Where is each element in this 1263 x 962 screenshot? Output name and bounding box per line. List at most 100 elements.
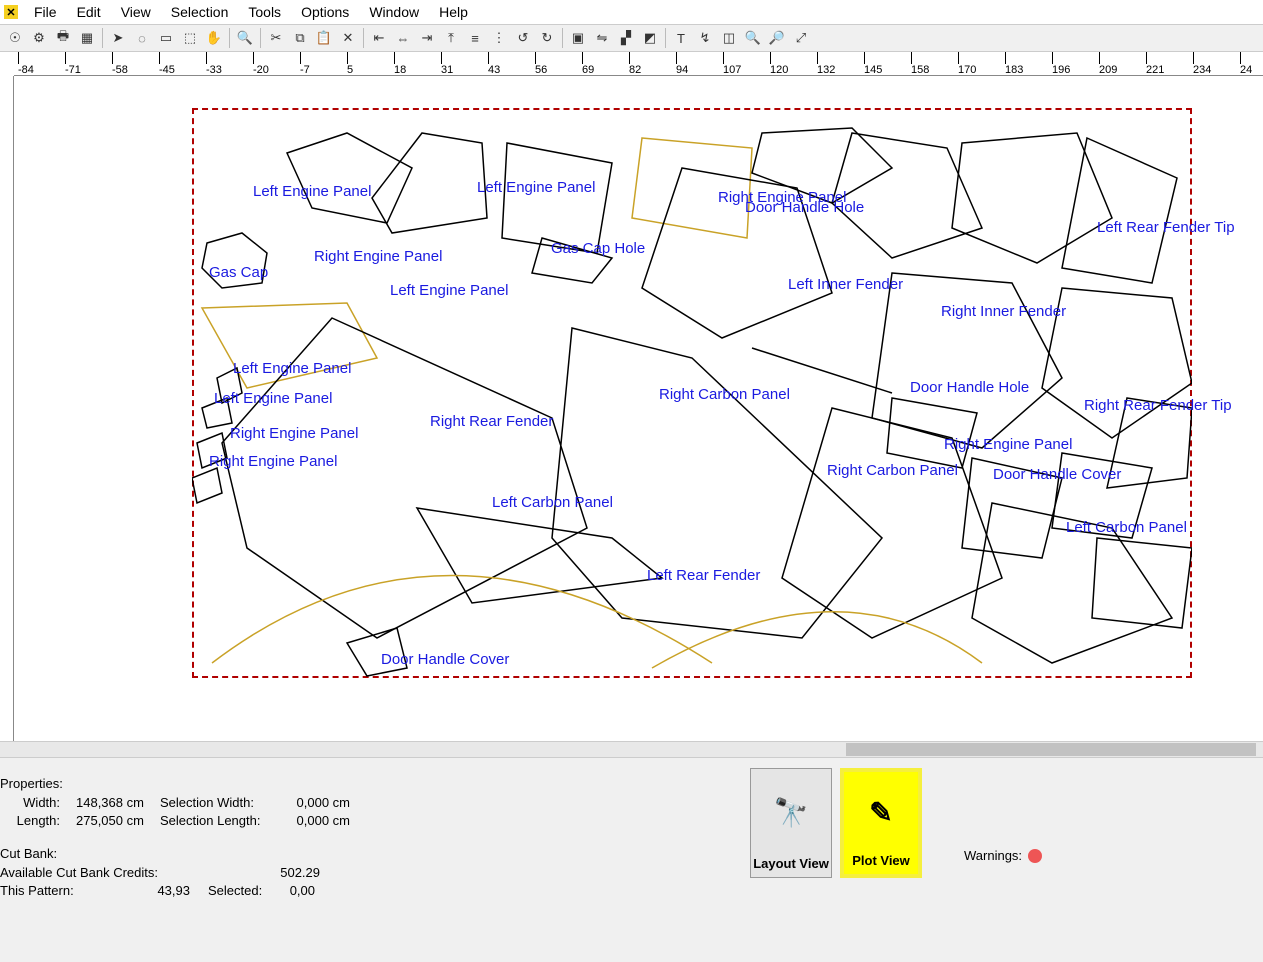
toolbar-separator <box>665 28 666 48</box>
ruler-vertical <box>0 76 14 741</box>
tool-cut-icon[interactable]: ✂ <box>265 27 287 49</box>
ruler-tick: 170 <box>958 64 976 76</box>
tool-flip-icon[interactable]: ⇋ <box>591 27 613 49</box>
ruler-tick: 132 <box>817 64 835 76</box>
tool-rotate-r-icon[interactable]: ↻ <box>536 27 558 49</box>
ruler-tick: 69 <box>582 64 594 76</box>
tool-rotate-l-icon[interactable]: ↺ <box>512 27 534 49</box>
warning-icon[interactable] <box>1028 849 1042 863</box>
tool-zoom-in-icon[interactable]: 🔍 <box>742 27 764 49</box>
tool-rect-select-icon[interactable]: ▭ <box>155 27 177 49</box>
tool-lasso-icon[interactable]: ◌ <box>131 27 153 49</box>
ruler-tick: 196 <box>1052 64 1070 76</box>
tool-copy-icon[interactable]: ⧉ <box>289 27 311 49</box>
menu-tools[interactable]: Tools <box>238 2 291 22</box>
ruler-tick: -7 <box>300 64 310 76</box>
tool-mirror-icon[interactable]: ▞ <box>615 27 637 49</box>
menubar: ✕ File Edit View Selection Tools Options… <box>0 0 1263 24</box>
tool-dist-h-icon[interactable]: ≡ <box>464 27 486 49</box>
menu-edit[interactable]: Edit <box>67 2 111 22</box>
menu-options[interactable]: Options <box>291 2 359 22</box>
tool-pointer-icon[interactable]: ➤ <box>107 27 129 49</box>
ruler-tick: 31 <box>441 64 453 76</box>
toolbar-separator <box>229 28 230 48</box>
tool-nest-icon[interactable]: ▣ <box>567 27 589 49</box>
workspace: Left Engine PanelLeft Engine PanelRight … <box>0 76 1263 741</box>
scrollbar-thumb[interactable] <box>846 743 1256 756</box>
tool-align-top-icon[interactable]: ⤒ <box>440 27 462 49</box>
ruler-tick: 43 <box>488 64 500 76</box>
properties-title: Properties: <box>0 776 380 791</box>
tool-dist-v-icon[interactable]: ⋮ <box>488 27 510 49</box>
ruler-tick: 209 <box>1099 64 1117 76</box>
selected-label: Selected: <box>190 883 260 898</box>
tool-zoom-icon[interactable]: 🔍 <box>234 27 256 49</box>
toolbar: ☉ ⚙ 🖶 ▦ ➤ ◌ ▭ ⬚ ✋ 🔍 ✂ ⧉ 📋 ✕ ⇤ ⇔ ⇥ ⤒ ≡ ⋮ … <box>0 24 1263 52</box>
tool-print-icon[interactable]: 🖶 <box>52 27 74 49</box>
sel-length-value: 0,000 cm <box>270 813 350 828</box>
this-pattern-value: 43,93 <box>100 883 190 898</box>
app-logo-icon: ✕ <box>4 5 18 19</box>
warnings-area: Warnings: <box>964 848 1042 863</box>
tool-scan-icon[interactable]: ▦ <box>76 27 98 49</box>
design-canvas[interactable]: Left Engine PanelLeft Engine PanelRight … <box>14 76 1263 741</box>
tool-align-center-icon[interactable]: ⇔ <box>392 27 414 49</box>
status-panel: Properties: Width: 148,368 cm Selection … <box>0 757 1263 962</box>
ruler-horizontal: -84-71-58-45-33-20-751831435669829410712… <box>0 52 1263 76</box>
tool-cog-icon[interactable]: ⚙ <box>28 27 50 49</box>
menu-selection[interactable]: Selection <box>161 2 239 22</box>
tool-delete-icon[interactable]: ✕ <box>337 27 359 49</box>
plot-view-button[interactable]: ✎ Plot View <box>840 768 922 878</box>
menu-file[interactable]: File <box>24 2 67 22</box>
ruler-tick: 221 <box>1146 64 1164 76</box>
warnings-label: Warnings: <box>964 848 1022 863</box>
ruler-tick: 82 <box>629 64 641 76</box>
sel-width-label: Selection Width: <box>160 795 270 810</box>
ruler-tick: 18 <box>394 64 406 76</box>
ruler-tick: 24 <box>1240 64 1252 76</box>
ruler-tick: 107 <box>723 64 741 76</box>
width-label: Width: <box>0 795 68 810</box>
pattern-shapes <box>192 108 1192 683</box>
ruler-tick: -20 <box>253 64 269 76</box>
tool-measure-icon[interactable]: ◫ <box>718 27 740 49</box>
toolbar-separator <box>363 28 364 48</box>
ruler-tick: 234 <box>1193 64 1211 76</box>
ruler-tick: -33 <box>206 64 222 76</box>
ruler-tick: -58 <box>112 64 128 76</box>
tool-marquee-icon[interactable]: ⬚ <box>179 27 201 49</box>
avail-credits-value: 502.29 <box>200 865 320 880</box>
menu-window[interactable]: Window <box>359 2 429 22</box>
sel-width-value: 0,000 cm <box>270 795 350 810</box>
tool-text-icon[interactable]: T <box>670 27 692 49</box>
view-buttons: 🔭 Layout View ✎ Plot View <box>750 768 922 878</box>
tool-outline-icon[interactable]: ↯ <box>694 27 716 49</box>
plot-view-label: Plot View <box>852 853 910 868</box>
menu-help[interactable]: Help <box>429 2 478 22</box>
cutbank-title: Cut Bank: <box>0 846 380 861</box>
toolbar-separator <box>562 28 563 48</box>
tool-align-left-icon[interactable]: ⇤ <box>368 27 390 49</box>
this-pattern-label: This Pattern: <box>0 883 100 898</box>
avail-credits-label: Available Cut Bank Credits: <box>0 865 200 880</box>
toolbar-separator <box>102 28 103 48</box>
pencil-icon: ✎ <box>869 772 892 853</box>
tool-transform-icon[interactable]: ◩ <box>639 27 661 49</box>
menu-view[interactable]: View <box>111 2 161 22</box>
horizontal-scrollbar[interactable] <box>0 741 1263 757</box>
tool-new-icon[interactable]: ☉ <box>4 27 26 49</box>
tool-hand-icon[interactable]: ✋ <box>203 27 225 49</box>
width-value: 148,368 cm <box>68 795 160 810</box>
properties-column: Properties: Width: 148,368 cm Selection … <box>0 768 380 901</box>
tool-zoom-out-icon[interactable]: 🔎 <box>766 27 788 49</box>
ruler-tick: 5 <box>347 64 353 76</box>
layout-view-button[interactable]: 🔭 Layout View <box>750 768 832 878</box>
length-label: Length: <box>0 813 68 828</box>
tool-paste-icon[interactable]: 📋 <box>313 27 335 49</box>
selected-value: 0,00 <box>260 883 315 898</box>
ruler-tick: 120 <box>770 64 788 76</box>
tool-zoom-fit-icon[interactable]: ⤢ <box>790 27 812 49</box>
ruler-tick: -71 <box>65 64 81 76</box>
ruler-tick: 94 <box>676 64 688 76</box>
tool-align-right-icon[interactable]: ⇥ <box>416 27 438 49</box>
